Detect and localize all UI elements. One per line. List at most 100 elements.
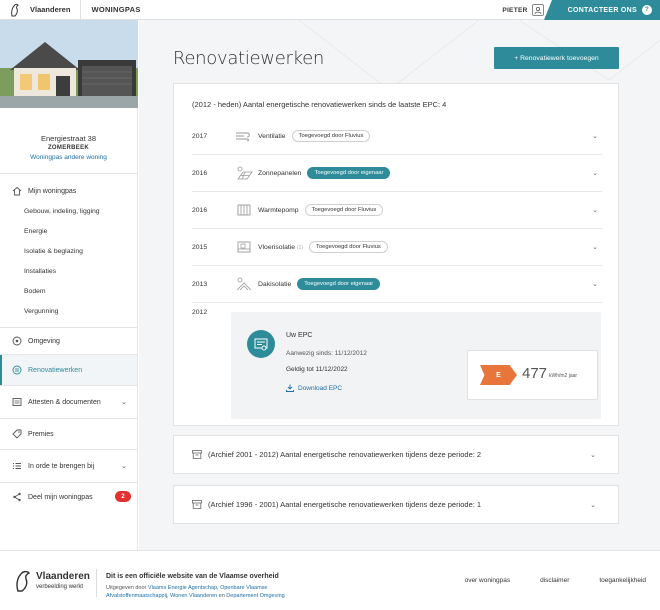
sidebar-subitem-bodem[interactable]: Bodem	[0, 281, 137, 301]
download-icon	[286, 384, 294, 392]
footer-links: over woningpas disclaimer toegankelijkhe…	[465, 577, 646, 584]
switch-home-link[interactable]: Woningpas andere woning	[0, 154, 137, 161]
footer-link-vea[interactable]: Vlaams Energie Agentschap	[148, 585, 217, 591]
archive-label: (Archief 1996 - 2001) Aantal energetisch…	[208, 500, 482, 509]
source-badge: Toegevoegd door eigenaar	[307, 167, 391, 179]
share-icon	[12, 492, 22, 502]
brand-name[interactable]: Vlaanderen	[30, 5, 70, 14]
epc-year: 2012	[192, 309, 208, 316]
sidebar-item-mijn-woningpas[interactable]: Mijn woningpas	[0, 181, 137, 201]
sidebar-subitem-isolatie[interactable]: Isolatie & beglazing	[0, 241, 137, 261]
roof-insulation-icon	[234, 277, 254, 291]
floor-insulation-icon	[234, 240, 254, 254]
sidebar-item-attesten[interactable]: Attesten & documenten ⌄	[0, 386, 137, 418]
archive-icon	[192, 500, 202, 509]
archive-icon	[192, 450, 202, 459]
chevron-down-icon[interactable]: ⌄	[592, 280, 598, 288]
footer-link-disclaimer[interactable]: disclaimer	[540, 577, 569, 584]
source-badge: Toegevoegd door eigenaar	[297, 278, 381, 290]
home-icon	[12, 186, 22, 196]
footer: Vlaanderen verbeelding werkt Dit is een …	[0, 550, 660, 610]
footer-desc-and: en	[218, 593, 225, 599]
footer-desc-prefix: Uitgegeven door	[106, 585, 147, 591]
topbar-right: PIETER CONTACTEER ONS ?	[502, 0, 660, 20]
footer-link-wonen[interactable]: Wonen Vlaanderen	[170, 593, 217, 599]
sidebar-item-label: Deel mijn woningpas	[28, 493, 93, 501]
topbar-divider	[80, 0, 82, 20]
row-label: Zonnepanelen	[258, 169, 302, 177]
sidebar-subitem-gebouw[interactable]: Gebouw, indeling, ligging	[0, 201, 137, 221]
page-title: Renovatiewerken	[173, 48, 324, 69]
renovation-row[interactable]: 2013 Dakisolatie Toegevoegd door eigenaa…	[192, 266, 602, 303]
app-name[interactable]: WONINGPAS	[91, 5, 140, 14]
sidebar-item-premies[interactable]: Premies	[0, 419, 137, 449]
sidebar-item-label: Renovatiewerken	[28, 366, 83, 374]
sidebar-item-in-orde[interactable]: In orde te brengen bij ⌄	[0, 450, 137, 482]
epc-score-card: E 477 kWh/m2 jaar	[467, 350, 598, 400]
footer-description: Uitgegeven door Vlaams Energie Agentscha…	[106, 585, 285, 599]
location-pin-icon	[12, 336, 22, 346]
renovation-card: (2012 - heden) Aantal energetische renov…	[173, 83, 619, 426]
sidebar-item-renovatiewerken[interactable]: Renovatiewerken	[0, 355, 137, 385]
row-year: 2016	[192, 206, 208, 214]
top-bar: Vlaanderen WONINGPAS PIETER CONTACTEER O…	[0, 0, 660, 20]
chevron-down-icon[interactable]: ⌄	[592, 243, 598, 251]
sidebar-subitem-vergunning[interactable]: Vergunning	[0, 301, 137, 321]
renovation-icon	[12, 365, 22, 375]
row-year: 2015	[192, 243, 208, 251]
renovation-row[interactable]: 2016 Warmtepomp Toegevoegd door Fluvius …	[192, 192, 602, 229]
house-photo	[0, 20, 138, 108]
source-badge: Toegevoegd door Fluvius	[309, 241, 388, 253]
chevron-down-icon[interactable]: ⌄	[590, 501, 596, 509]
epc-since: Aanwezig sinds: 11/12/2012	[286, 350, 367, 357]
chevron-down-icon[interactable]: ⌄	[590, 451, 596, 459]
row-label-suffix: (1)	[296, 244, 304, 251]
row-year: 2017	[192, 132, 208, 140]
row-label: Ventilatie	[258, 132, 286, 140]
renovation-row[interactable]: 2017 Ventilatie Toegevoegd door Fluvius …	[192, 118, 602, 155]
user-icon[interactable]	[531, 4, 544, 16]
add-renovation-button[interactable]: + Renovatiewerk toevoegen	[494, 47, 619, 69]
renovation-row[interactable]: 2016 Zonnepanelen Toegevoegd door eigena…	[192, 155, 602, 192]
sidebar-subitem-installaties[interactable]: Installaties	[0, 261, 137, 281]
chevron-down-icon[interactable]: ⌄	[592, 206, 598, 214]
tag-icon	[12, 429, 22, 439]
chevron-down-icon[interactable]: ⌄	[592, 132, 598, 140]
list-icon	[12, 397, 22, 407]
sidebar-item-label: In orde te brengen bij	[28, 462, 95, 470]
epc-label: E	[480, 365, 517, 385]
download-epc-link[interactable]: Download EPC	[286, 384, 342, 392]
footer-link-toegankelijkheid[interactable]: toegankelijkheid	[599, 577, 646, 584]
sidebar: Energiestraat 38 ZOMERBEEK Woningpas and…	[0, 20, 138, 550]
vlaanderen-lion-icon[interactable]	[14, 569, 32, 593]
sidebar-item-label: Mijn woningpas	[28, 187, 77, 195]
footer-title: Dit is een officiële website van de Vlaa…	[106, 573, 279, 580]
archive-row[interactable]: (Archief 1996 - 2001) Aantal energetisch…	[173, 485, 619, 524]
archive-label: (Archief 2001 - 2012) Aantal energetisch…	[208, 450, 482, 459]
sidebar-item-omgeving[interactable]: Omgeving	[0, 328, 137, 354]
epc-valid-until: Geldig tot 11/12/2022	[286, 366, 348, 373]
address-street: Energiestraat 38	[40, 134, 97, 143]
sidebar-item-deel[interactable]: Deel mijn woningpas 2	[0, 483, 137, 511]
sidebar-subitem-energie[interactable]: Energie	[0, 221, 137, 241]
chevron-down-icon: ⌄	[121, 399, 127, 406]
chevron-down-icon[interactable]: ⌄	[592, 169, 598, 177]
archive-row[interactable]: (Archief 2001 - 2012) Aantal energetisch…	[173, 435, 619, 474]
vlaanderen-lion-icon[interactable]	[8, 3, 22, 17]
epc-unit: kWh/m2 jaar	[549, 373, 578, 379]
row-label-text: Vloerisolatie	[258, 243, 296, 251]
user-name[interactable]: PIETER	[502, 7, 527, 14]
sidebar-item-label: Attesten & documenten	[28, 398, 101, 406]
footer-link-omgeving[interactable]: Departement Omgeving	[226, 593, 284, 599]
row-label: Warmtepomp	[258, 206, 299, 214]
renovation-row[interactable]: 2015 Vloerisolatie (1) Toegevoegd door F…	[192, 229, 602, 266]
epc-score: 477	[522, 365, 548, 382]
footer-link-over[interactable]: over woningpas	[465, 577, 511, 584]
chevron-down-icon: ⌄	[121, 463, 127, 470]
address-city: ZOMERBEEK	[47, 145, 90, 151]
row-year: 2013	[192, 280, 208, 288]
contact-button[interactable]: CONTACTEER ONS ?	[543, 0, 660, 20]
solar-panel-icon	[234, 166, 254, 180]
footer-brand-sub: verbeelding werkt	[36, 584, 84, 590]
card-heading: (2012 - heden) Aantal energetische renov…	[192, 100, 447, 109]
